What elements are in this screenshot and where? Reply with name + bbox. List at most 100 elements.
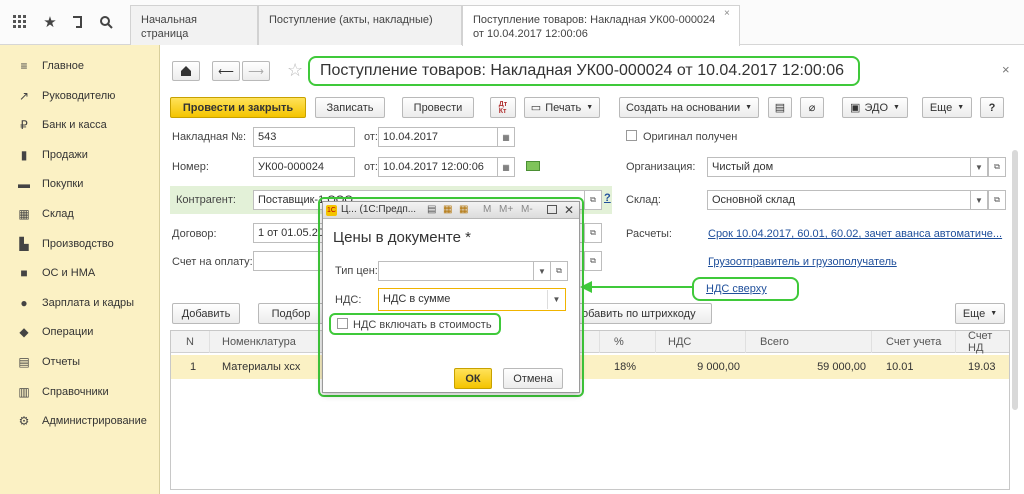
tab-receipts-list[interactable]: Поступление (акты, накладные) [258, 5, 462, 45]
open-icon[interactable]: ⧉ [988, 157, 1006, 177]
prices-dialog: 1C Ц... (1С:Предп... ▤ ▦ ▦ M M+ M- ✕ Цен… [322, 201, 580, 393]
search-icon[interactable] [94, 10, 118, 34]
invoice-number-field[interactable]: 543 [253, 127, 355, 147]
pick-button[interactable]: Подбор [258, 303, 324, 324]
chevron-down-icon[interactable]: ▼ [970, 190, 988, 210]
calendar-icon[interactable]: ▦ [497, 127, 515, 147]
sidebar-item-6[interactable]: ▙ Производство [0, 233, 160, 255]
home-icon [181, 66, 191, 76]
post-and-close-button[interactable]: Провести и закрыть [170, 97, 306, 118]
edo-button[interactable]: ▣ ЭДО ▼ [842, 97, 908, 118]
chevron-down-icon: ▼ [586, 104, 594, 111]
price-type-field[interactable] [378, 261, 534, 281]
help-link[interactable]: ? [604, 192, 611, 204]
memory-button[interactable]: M [483, 204, 491, 215]
maximize-icon[interactable] [547, 205, 557, 214]
sidebar-item-10[interactable]: ▤ Отчеты [0, 351, 160, 373]
create-based-label: Создать на основании [625, 101, 741, 114]
column-header-account-vat[interactable]: Счет НД [956, 330, 1009, 354]
create-based-on-button[interactable]: Создать на основании ▼ [619, 97, 759, 118]
tab-label: Начальная страница [141, 14, 197, 40]
sidebar-item-1[interactable]: ↗ Руководителю [0, 85, 160, 107]
sidebar-item-0[interactable]: ≡ Главное [0, 55, 160, 77]
close-icon[interactable]: ✕ [564, 203, 574, 217]
sidebar-item-label: Администрирование [42, 415, 147, 428]
apps-grid-icon[interactable] [8, 10, 32, 34]
shipper-link[interactable]: Грузоотправитель и грузополучатель [708, 256, 897, 268]
star-icon[interactable]: ★ [38, 10, 62, 34]
column-header-vat[interactable]: НДС [656, 331, 746, 353]
document-icon[interactable]: ▤ [768, 97, 792, 118]
help-button[interactable]: ? [980, 97, 1004, 118]
sidebar-item-9[interactable]: ◆ Операции [0, 321, 160, 343]
close-icon[interactable]: × [1002, 62, 1010, 77]
invoice-date-field[interactable]: 10.04.2017 [378, 127, 498, 147]
scrollbar[interactable] [1012, 150, 1018, 410]
sidebar-item-8[interactable]: ● Зарплата и кадры [0, 292, 160, 314]
sidebar-item-5[interactable]: ▦ Склад [0, 203, 160, 225]
check-icon[interactable] [526, 161, 540, 171]
sidebar-item-7[interactable]: ■ ОС и НМА [0, 262, 160, 284]
chevron-down-icon[interactable]: ▼ [533, 261, 551, 281]
ruble-icon: ₽ [20, 118, 28, 133]
table-more-button[interactable]: Еще ▼ [955, 303, 1005, 324]
sidebar-item-label: Банк и касса [42, 119, 107, 132]
number-date-field[interactable]: 10.04.2017 12:00:06 [378, 157, 498, 177]
counterparty-label: Контрагент: [176, 194, 236, 206]
print-button[interactable]: ▭ Печать ▼ [524, 97, 600, 118]
calendar-icon[interactable]: ▦ [459, 204, 468, 215]
memory-minus-button[interactable]: M- [521, 204, 533, 215]
include-vat-checkbox[interactable] [337, 318, 348, 329]
back-button[interactable]: ⟵ [212, 61, 240, 81]
payments-link[interactable]: Срок 10.04.2017, 60.01, 60.02, зачет ава… [708, 228, 1002, 240]
history-icon[interactable] [66, 10, 90, 34]
forward-button[interactable]: ⟶ [242, 61, 270, 81]
sidebar-item-3[interactable]: ▮ Продажи [0, 144, 160, 166]
attachment-icon[interactable]: ⌀ [800, 97, 824, 118]
save-button[interactable]: Записать [315, 97, 385, 118]
open-icon[interactable]: ⧉ [584, 223, 602, 243]
dt-kt-icon[interactable]: Дт Кт [490, 97, 516, 118]
organization-field[interactable]: Чистый дом [707, 157, 979, 177]
open-icon[interactable]: ⧉ [584, 190, 602, 210]
home-button[interactable] [172, 61, 200, 81]
document-icon[interactable]: ▤ [427, 204, 436, 215]
favorite-star-icon[interactable]: ☆ [287, 60, 303, 81]
ok-button[interactable]: ОК [454, 368, 492, 389]
open-icon[interactable]: ⧉ [584, 251, 602, 271]
chevron-down-icon[interactable]: ▼ [970, 157, 988, 177]
memory-plus-button[interactable]: M+ [499, 204, 513, 215]
calculator-icon[interactable]: ▦ [443, 204, 452, 215]
sidebar-item-4[interactable]: ▬ Покупки [0, 173, 160, 195]
vat-select[interactable]: НДС в сумме [378, 288, 566, 311]
column-header-account[interactable]: Счет учета [872, 331, 956, 353]
tab-home[interactable]: Начальная страница [130, 5, 258, 45]
close-tab-icon[interactable]: × [724, 8, 730, 19]
sidebar-item-12[interactable]: ⚙ Администрирование [0, 410, 160, 432]
post-button[interactable]: Провести [402, 97, 474, 118]
cell-n: 1 [172, 355, 210, 379]
include-vat-label: НДС включать в стоимость [353, 319, 492, 331]
number-label: Номер: [172, 161, 209, 173]
column-header-n[interactable]: N [172, 331, 210, 353]
calendar-icon[interactable]: ▦ [497, 157, 515, 177]
more-button[interactable]: Еще ▼ [922, 97, 972, 118]
sidebar-item-2[interactable]: ₽ Банк и касса [0, 114, 160, 136]
chevron-down-icon: ▼ [990, 310, 998, 317]
tab-current-document[interactable]: Поступление товаров: Накладная УК00-0000… [462, 5, 740, 46]
number-field[interactable]: УК00-000024 [253, 157, 355, 177]
print-label: Печать [545, 101, 582, 114]
add-by-barcode-button[interactable]: обавить по штрихкоду [575, 303, 712, 324]
open-icon[interactable]: ⧉ [988, 190, 1006, 210]
vat-on-top-link[interactable]: НДС сверху [706, 283, 767, 295]
sidebar-item-11[interactable]: ▥ Справочники [0, 381, 160, 403]
add-row-button[interactable]: Добавить [172, 303, 240, 324]
column-header-total[interactable]: Всего [746, 331, 872, 353]
chevron-down-icon[interactable]: ▼ [547, 290, 565, 309]
column-header-pct[interactable]: % [600, 331, 656, 353]
open-icon[interactable]: ⧉ [550, 261, 568, 281]
cancel-button[interactable]: Отмена [503, 368, 563, 389]
warehouse-field[interactable]: Основной склад [707, 190, 979, 210]
original-received-checkbox[interactable] [626, 130, 637, 141]
cell-nomenclature: Материалы хсх [210, 355, 330, 379]
